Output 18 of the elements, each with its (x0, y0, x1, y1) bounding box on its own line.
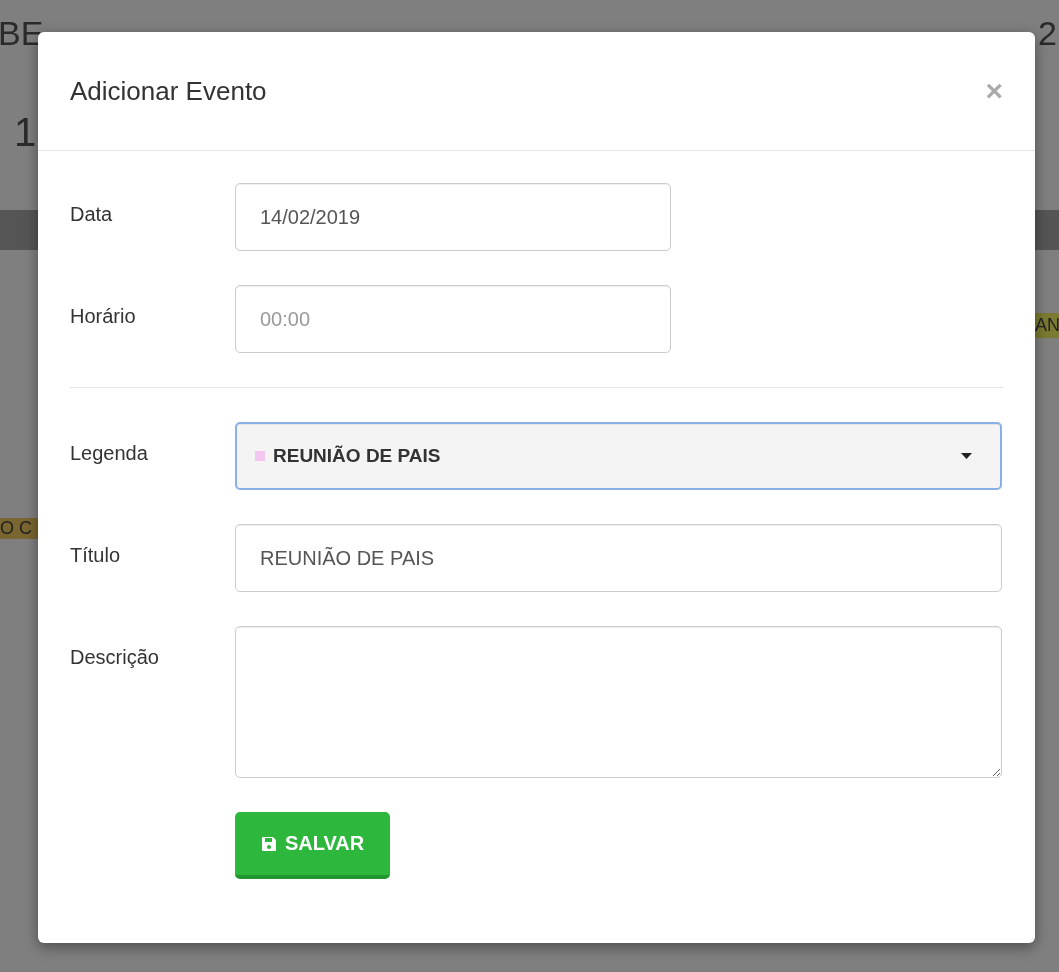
field-label: Legenda (70, 441, 149, 465)
page-heading-fragment: BE (0, 14, 44, 53)
calendar-event: AN (1035, 313, 1059, 338)
field-label: Título (70, 543, 122, 567)
input-field[interactable]: 00:00 (235, 285, 671, 353)
input-field[interactable]: REUNIÃO DE PAIS (235, 524, 1002, 592)
field-label: Data (70, 202, 114, 226)
field-label: Descrição (70, 645, 160, 669)
calendar-event: O C (0, 518, 38, 539)
select-dropdown[interactable]: REUNIÃO DE PAIS (235, 422, 1002, 490)
text-area[interactable] (235, 626, 1002, 778)
year-fragment: 1 (14, 110, 37, 155)
modal-title: Adicionar Evento (70, 75, 267, 107)
input-field[interactable]: 14/02/2019 (235, 183, 671, 251)
page-heading-fragment: 2 (1038, 14, 1057, 53)
selected-value: REUNIÃO DE PAIS (273, 445, 442, 467)
caret-icon (961, 453, 972, 459)
field-label: Horário (70, 304, 137, 328)
